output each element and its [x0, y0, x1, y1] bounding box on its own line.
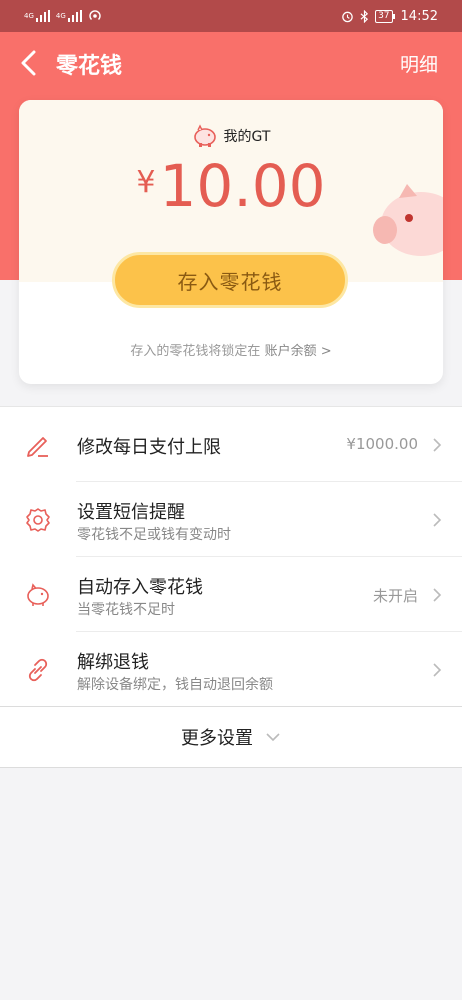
- balance-value: 10.00: [159, 152, 326, 220]
- network-label-1: 4G: [24, 12, 34, 20]
- daily-limit-value: ¥1000.00: [346, 435, 418, 453]
- settings-menu: 修改每日支付上限 ¥1000.00 设置短信提醒 零花钱不足或钱有变动时 自动存…: [0, 406, 462, 707]
- battery-icon: 37: [375, 9, 396, 23]
- alarm-icon: [342, 11, 353, 22]
- chevron-right-icon: [433, 438, 442, 452]
- more-settings-button[interactable]: 更多设置: [0, 706, 462, 768]
- menu-item-daily-limit[interactable]: 修改每日支付上限 ¥1000.00: [0, 407, 462, 482]
- back-arrow-icon[interactable]: [18, 50, 40, 76]
- chevron-right-icon: [433, 588, 442, 602]
- gear-icon: [26, 508, 50, 532]
- network-label-2: 4G: [55, 12, 66, 20]
- unlink-icon: [28, 658, 48, 682]
- menu-item-subtitle: 解除设备绑定，钱自动退回余额: [77, 677, 273, 693]
- pig-illustration-icon: [373, 184, 443, 256]
- piggy-bank-icon: [193, 124, 216, 147]
- menu-item-auto-deposit[interactable]: 自动存入零花钱 当零花钱不足时 未开启: [0, 557, 462, 632]
- account-name: 我的GT: [223, 129, 271, 145]
- menu-item-title: 自动存入零花钱: [77, 577, 203, 598]
- detail-link[interactable]: 明细: [400, 50, 438, 77]
- balance-card: 我的GT ¥10.00 存入零花钱 存入的零花钱将锁定在 账户余额 >: [19, 100, 443, 384]
- chevron-right-icon: [433, 513, 442, 527]
- lock-note: 存入的零花钱将锁定在 账户余额 >: [19, 340, 443, 359]
- hotspot-icon: [89, 10, 101, 20]
- piggy-bank-icon: [27, 583, 49, 606]
- chevron-down-icon: [266, 733, 280, 742]
- account-row: 我的GT: [19, 124, 443, 148]
- signal-icon: [67, 10, 82, 22]
- lock-note-text: 存入的零花钱将锁定在: [130, 344, 261, 359]
- menu-item-title: 修改每日支付上限: [77, 437, 221, 458]
- status-left: 4G 4G: [24, 9, 102, 23]
- currency-symbol: ¥: [136, 165, 156, 200]
- menu-item-subtitle: 零花钱不足或钱有变动时: [77, 527, 231, 543]
- menu-item-unbind-refund[interactable]: 解绑退钱 解除设备绑定，钱自动退回余额: [0, 632, 462, 707]
- auto-deposit-status: 未开启: [372, 587, 418, 605]
- page-title: 零花钱: [56, 54, 123, 79]
- menu-item-subtitle: 当零花钱不足时: [77, 602, 175, 618]
- menu-item-sms-reminder[interactable]: 设置短信提醒 零花钱不足或钱有变动时: [0, 482, 462, 557]
- account-balance-link[interactable]: 账户余额 >: [265, 344, 332, 359]
- status-time: 14:52: [400, 8, 438, 24]
- bluetooth-icon: [360, 9, 369, 23]
- deposit-button[interactable]: 存入零花钱: [112, 252, 348, 308]
- navigation-bar: 零花钱 明细: [0, 32, 462, 94]
- menu-item-title: 解绑退钱: [77, 652, 149, 673]
- edit-icon: [27, 437, 48, 457]
- menu-item-title: 设置短信提醒: [77, 502, 185, 523]
- more-settings-label: 更多设置: [181, 728, 253, 749]
- status-bar: 4G 4G 37 14:52: [0, 0, 462, 32]
- chevron-right-icon: [433, 663, 442, 677]
- signal-icon: [35, 10, 50, 22]
- status-right: 37 14:52: [341, 9, 438, 24]
